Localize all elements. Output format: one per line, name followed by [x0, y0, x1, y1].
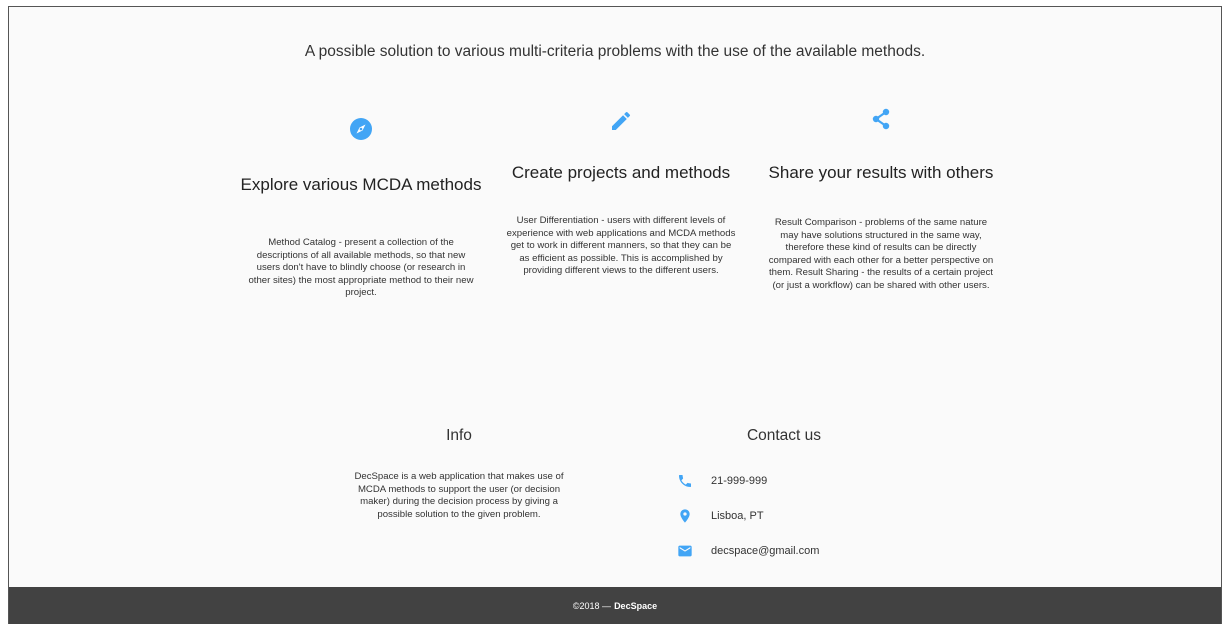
feature-text: Result Comparison - problems of the same… — [768, 217, 994, 291]
pencil-icon — [501, 103, 741, 139]
compass-icon — [241, 111, 481, 147]
info-text: DecSpace is a web application that makes… — [354, 471, 564, 520]
feature-create: Create projects and methods User Differe… — [501, 107, 741, 278]
feature-title: Explore various MCDA methods — [240, 175, 482, 194]
phone-icon — [675, 471, 695, 491]
feature-explore: Explore various MCDA methods Method Cata… — [241, 107, 481, 300]
tagline: A possible solution to various multi-cri… — [304, 43, 926, 60]
contact-email-text: decspace@gmail.com — [711, 545, 820, 557]
contact-phone-text: 21-999-999 — [711, 475, 768, 487]
contact-title: Contact us — [746, 427, 822, 444]
contact-location-text: Lisboa, PT — [711, 510, 764, 522]
info-title: Info — [446, 427, 472, 444]
feature-title: Create projects and methods — [511, 163, 731, 182]
page: A possible solution to various multi-cri… — [8, 6, 1222, 624]
footer-brand: DecSpace — [614, 601, 658, 611]
mail-icon — [675, 541, 695, 561]
contact-email: decspace@gmail.com — [675, 541, 819, 561]
location-pin-icon — [675, 506, 695, 526]
feature-text: User Differentiation - users with differ… — [506, 215, 736, 277]
footer: ©2018 — DecSpace — [9, 587, 1221, 624]
feature-text: Method Catalog - present a collection of… — [248, 237, 474, 299]
share-icon — [761, 101, 1001, 137]
contact-phone: 21-999-999 — [675, 471, 767, 491]
feature-title: Share your results with others — [768, 163, 994, 182]
footer-copyright: ©2018 — — [572, 601, 612, 611]
contact-location: Lisboa, PT — [675, 506, 764, 526]
feature-share: Share your results with others Result Co… — [761, 107, 1001, 293]
